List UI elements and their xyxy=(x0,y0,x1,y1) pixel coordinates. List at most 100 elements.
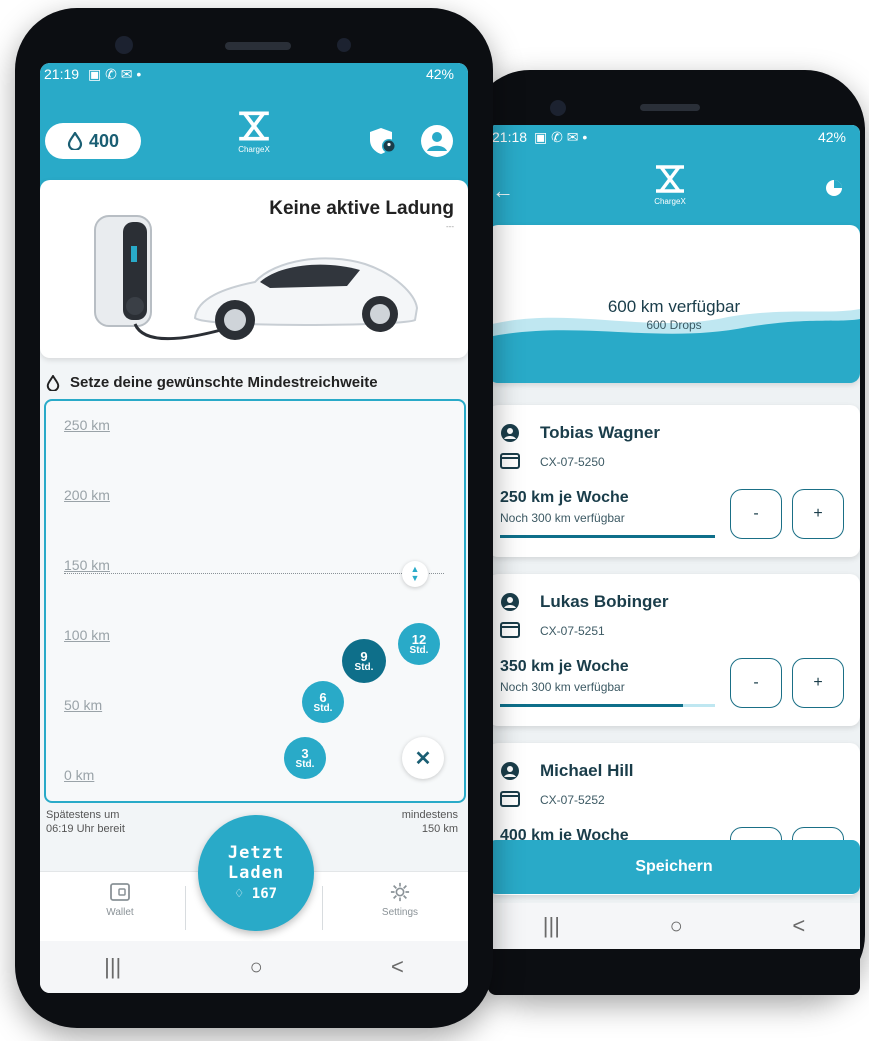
axis-label: 150 km xyxy=(64,557,110,573)
card-id: CX-07-5251 xyxy=(540,624,605,638)
charge-now-line2: Laden xyxy=(227,862,285,883)
ready-text-line1: Spätestens um xyxy=(46,809,120,821)
card-icon xyxy=(500,791,520,812)
min-range-info: mindestens 150 km xyxy=(402,809,458,837)
remaining-km: Noch 300 km verfügbar xyxy=(500,680,625,694)
user-icon xyxy=(500,761,520,786)
right-screen: 21:18 ▣ ✆ ✉ • 42% ← ChargeX 600 km verfü xyxy=(488,125,860,995)
time-bubble-9h[interactable]: 9 Std. xyxy=(342,639,386,683)
chargex-logo-icon xyxy=(656,165,684,193)
save-label: Speichern xyxy=(635,858,713,875)
card-icon xyxy=(500,453,520,474)
back-button[interactable]: < xyxy=(391,954,404,980)
decrease-button[interactable]: - xyxy=(730,489,782,539)
status-battery: 42% xyxy=(817,129,846,145)
profile-icon[interactable] xyxy=(420,124,454,163)
range-stepper[interactable]: ▲ ▼ xyxy=(402,561,428,587)
home-button[interactable]: ○ xyxy=(249,954,262,980)
gear-icon xyxy=(390,882,410,902)
bubble-hours: 6 xyxy=(319,689,327,705)
back-button[interactable]: < xyxy=(792,913,805,939)
user-icon xyxy=(500,423,520,448)
status-bar: 21:18 ▣ ✆ ✉ • 42% xyxy=(488,129,860,149)
axis-label: 50 km xyxy=(64,697,103,713)
bubble-unit: Std. xyxy=(313,702,333,714)
tab-wallet[interactable]: Wallet xyxy=(90,882,150,918)
right-phone: 21:18 ▣ ✆ ✉ • 42% ← ChargeX 600 km verfü xyxy=(470,70,865,995)
chevron-down-icon[interactable]: ▼ xyxy=(411,574,420,583)
range-title: Setze deine gewünschte Mindestreichweite xyxy=(46,374,378,391)
close-button[interactable]: ✕ xyxy=(402,737,444,779)
charge-status-subtitle: --- xyxy=(446,222,454,231)
bubble-unit: Std. xyxy=(354,661,374,673)
axis-label: 250 km xyxy=(64,417,110,433)
tab-wallet-label: Wallet xyxy=(106,907,134,918)
available-drops: 600 Drops xyxy=(646,318,702,332)
charge-now-line1: Jetzt xyxy=(227,843,285,864)
weekly-km: 250 km je Woche xyxy=(500,489,629,506)
drops-balance-pill[interactable]: 400 xyxy=(45,123,141,159)
time-bubble-3h[interactable]: 3 Std. xyxy=(284,737,326,779)
ready-text-line2: 06:19 Uhr bereit xyxy=(46,822,125,835)
time-bubble-12h[interactable]: 12 Std. xyxy=(398,623,440,665)
user-name: Michael Hill xyxy=(540,761,634,780)
card-icon xyxy=(500,622,520,643)
bubble-hours: 12 xyxy=(411,631,427,647)
axis-label: 200 km xyxy=(64,487,110,503)
time-bubble-6h[interactable]: 6 Std. xyxy=(302,681,344,723)
sensor xyxy=(337,38,351,52)
shield-user-icon[interactable] xyxy=(368,126,398,161)
status-bar: 21:19 ▣ ✆ ✉ • 42% xyxy=(40,66,468,86)
user-name: Lukas Bobinger xyxy=(540,592,669,611)
range-picker[interactable]: 250 km 200 km 150 km ▲ ▼ 100 km 50 km 0 k… xyxy=(44,399,466,803)
chargex-logo: ChargeX xyxy=(222,110,286,154)
status-time: 21:18 xyxy=(492,129,528,145)
pie-chart-icon[interactable] xyxy=(824,178,844,203)
ready-time-info: Spätestens um 06:19 Uhr bereit xyxy=(46,809,125,837)
available-card: 600 km verfügbar 600 Drops xyxy=(488,225,860,383)
min-text-line1: mindestens xyxy=(401,809,458,821)
user-card: Lukas Bobinger CX-07-5251 350 km je Woch… xyxy=(488,574,860,726)
card-id: CX-07-5252 xyxy=(540,793,605,807)
logo-text: ChargeX xyxy=(238,145,270,154)
system-nav-bar: ||| ○ < xyxy=(40,941,468,993)
drop-icon xyxy=(46,374,60,391)
wallbox-car-illustration xyxy=(94,215,419,341)
selected-range-line xyxy=(64,573,444,574)
drop-icon xyxy=(67,132,83,150)
charge-cost-value: 167 xyxy=(251,885,278,902)
system-nav-bar: ||| ○ < xyxy=(488,903,860,949)
save-button[interactable]: Speichern xyxy=(488,840,860,894)
logo-text: ChargeX xyxy=(654,197,686,206)
decrease-button[interactable]: - xyxy=(730,658,782,708)
weekly-progress xyxy=(500,704,683,707)
card-id: CX-07-5250 xyxy=(540,455,605,469)
user-card: Tobias Wagner CX-07-5250 250 km je Woche… xyxy=(488,405,860,557)
speaker-grille xyxy=(225,42,291,50)
chargex-logo-icon xyxy=(239,111,269,141)
user-icon xyxy=(500,592,520,617)
bubble-hours: 9 xyxy=(360,648,368,664)
charge-status-card: Keine aktive Ladung --- xyxy=(40,180,468,358)
recent-apps-button[interactable]: ||| xyxy=(104,954,121,980)
tab-settings[interactable]: Settings xyxy=(370,882,430,918)
min-text-line2: 150 km xyxy=(421,822,458,835)
axis-label: 100 km xyxy=(64,627,110,643)
tab-settings-label: Settings xyxy=(381,907,419,918)
user-name: Tobias Wagner xyxy=(540,423,660,442)
increase-button[interactable]: + xyxy=(792,489,844,539)
left-phone: 21:19 ▣ ✆ ✉ • 42% 400 ChargeX Keine akti… xyxy=(15,8,493,1028)
wallet-icon xyxy=(110,883,130,901)
charge-now-button[interactable]: Jetzt Laden ♢ 167 xyxy=(198,815,314,931)
available-km: 600 km verfügbar xyxy=(607,297,741,316)
charge-cost: ♢ 167 xyxy=(235,886,277,902)
back-arrow-icon[interactable]: ← xyxy=(492,178,514,204)
home-button[interactable]: ○ xyxy=(670,913,683,939)
increase-button[interactable]: + xyxy=(792,658,844,708)
bubble-hours: 3 xyxy=(301,745,309,761)
drops-balance: 400 xyxy=(88,130,120,151)
weekly-km: 350 km je Woche xyxy=(500,658,629,675)
bubble-unit: Std. xyxy=(295,758,315,770)
drop-icon: ♢ xyxy=(234,885,244,902)
recent-apps-button[interactable]: ||| xyxy=(543,913,560,939)
